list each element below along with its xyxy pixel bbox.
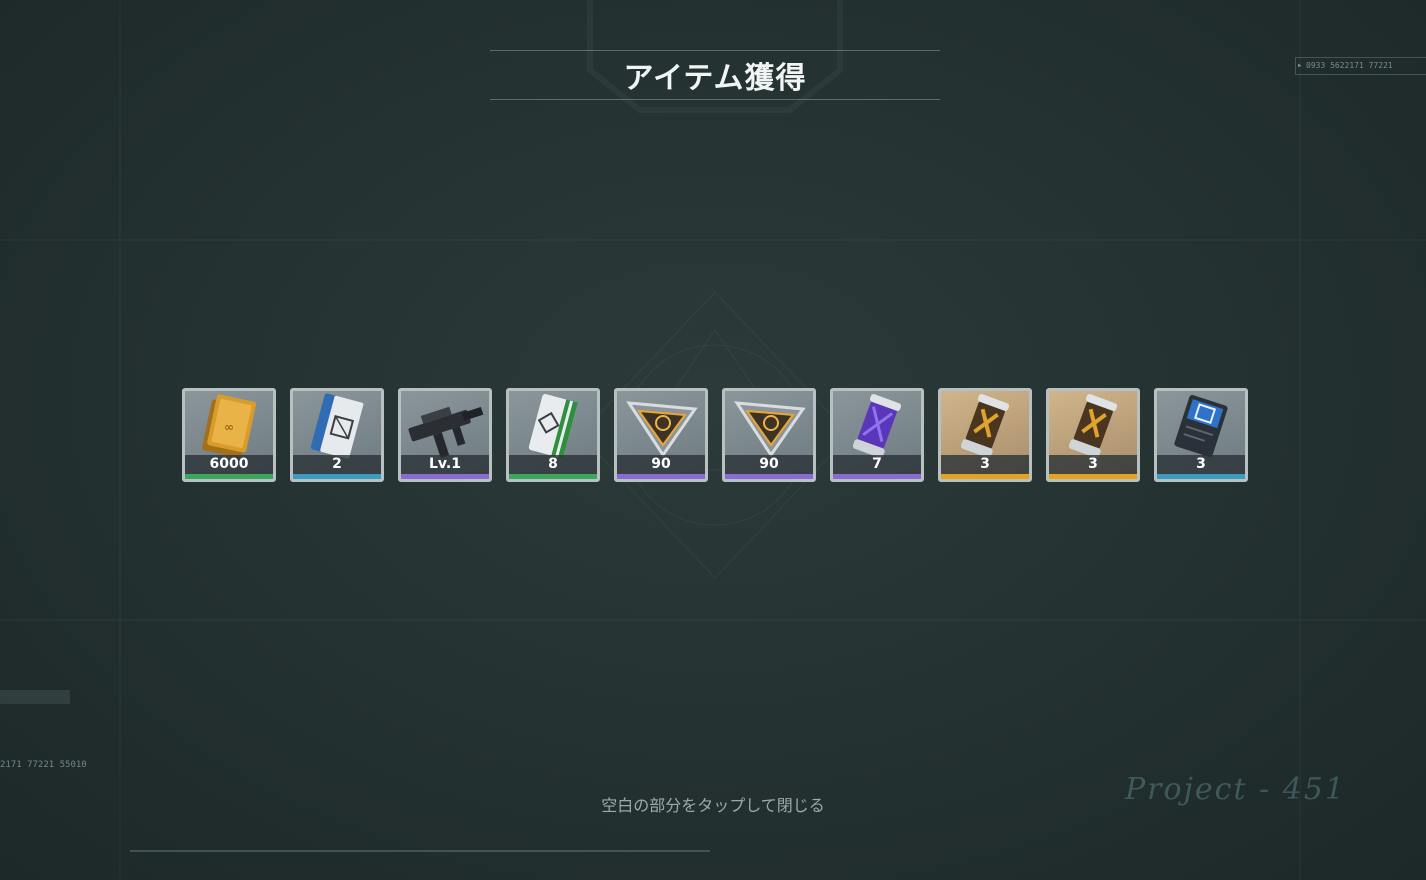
page-title: アイテム獲得 [623,61,807,96]
item-quantity: 7 [833,455,921,474]
submachine-gun-icon [408,406,484,458]
item-quantity: 90 [725,455,813,474]
rarity-bar [401,474,489,479]
rarity-bar [725,474,813,479]
item-quantity: 90 [617,455,705,474]
blue-card-icon [1174,394,1228,458]
reward-item[interactable]: 90 [722,388,816,482]
reward-item[interactable]: 2 [290,388,384,482]
left-code-readout: 2171 77221 55010 [0,760,87,770]
blue-ticket-icon [310,393,364,459]
reward-item[interactable]: Lv.1 [398,388,492,482]
reward-item[interactable]: 3 [1046,388,1140,482]
svg-text:∞: ∞ [224,420,234,434]
reward-items: ∞ 6000 2 Lv.1 8 90 90 7 3 3 3 [182,388,1248,482]
serial-readout: ▶ 0933 5622171 77221 [1295,57,1426,75]
rarity-bar [617,474,705,479]
gold-capsule-icon [960,394,1010,458]
gold-capsule-icon [1068,394,1118,458]
item-quantity: 6000 [185,455,273,474]
core-badge-icon [626,401,698,458]
item-quantity: 3 [1157,455,1245,474]
gold-ingot-icon: ∞ [202,394,256,458]
item-quantity: 2 [293,455,381,474]
rarity-bar [833,474,921,479]
reward-item[interactable]: 8 [506,388,600,482]
green-ticket-icon [528,394,578,459]
item-quantity: 3 [1049,455,1137,474]
play-marker-icon: ▶ [1298,62,1302,69]
item-quantity: 3 [941,455,1029,474]
item-quantity: Lv.1 [401,455,489,474]
reward-item[interactable]: 7 [830,388,924,482]
reward-item[interactable]: 3 [1154,388,1248,482]
core-badge-icon [734,401,806,458]
serial-text: 0933 5622171 77221 [1306,61,1393,70]
purple-capsule-icon [852,394,902,458]
reward-item[interactable]: ∞ 6000 [182,388,276,482]
rarity-bar [1157,474,1245,479]
rarity-bar [509,474,597,479]
reward-item[interactable]: 3 [938,388,1032,482]
reward-item[interactable]: 90 [614,388,708,482]
rarity-bar [293,474,381,479]
item-quantity: 8 [509,455,597,474]
rarity-bar [941,474,1029,479]
rarity-bar [1049,474,1137,479]
project-watermark: Project - 451 [1125,772,1346,807]
rarity-bar [185,474,273,479]
title-banner: アイテム獲得 [490,50,940,100]
